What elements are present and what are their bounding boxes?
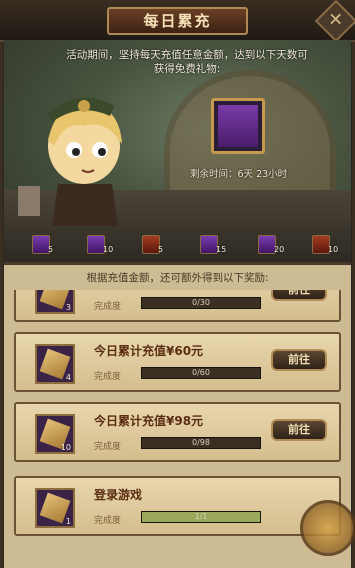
progress-bar: 0/30 xyxy=(141,297,261,309)
event-intro-text: 活动期间，坚持每天充值任意金额，达到以下天数可获得免费礼物: xyxy=(66,49,308,75)
progress-label: 完成度 xyxy=(94,372,122,382)
progress-text: 1/1 xyxy=(194,512,208,521)
day-reward-5[interactable]: 20 5天 xyxy=(258,235,292,254)
task-row: 3 完成度 0/30 前往 xyxy=(14,290,341,322)
day-reward-count: 5 xyxy=(48,245,54,254)
day-reward-2[interactable]: 10 2天 xyxy=(87,235,121,254)
reward-qty: 10 xyxy=(60,443,71,452)
day-reward-count: 10 xyxy=(103,245,114,254)
task-name: 登录游戏 xyxy=(94,488,143,502)
page-title: 每日累充 xyxy=(107,7,248,35)
task-row: 4 今日累计充值¥60元 完成度 0/60 前往 xyxy=(14,332,341,392)
task-name: 今日累计充值¥60元 xyxy=(94,344,204,358)
main-reward-icon[interactable] xyxy=(211,98,265,154)
reward-qty: 1 xyxy=(65,517,71,526)
day-reward-count: 10 xyxy=(328,245,339,254)
bonus-tip-text: 根据充值金额，还可额外得到以下奖励: xyxy=(86,272,269,284)
go-button[interactable]: 前往 xyxy=(271,419,327,441)
reward-item-icon[interactable]: 10 xyxy=(35,414,75,454)
progress-text: 0/60 xyxy=(192,368,210,377)
task-name: 今日累计充值¥98元 xyxy=(94,414,204,428)
day-reward-count: 15 xyxy=(216,245,227,254)
progress-label: 完成度 xyxy=(94,442,122,452)
reward-qty: 3 xyxy=(65,303,71,312)
reward-item-icon[interactable]: 1 xyxy=(35,488,75,528)
reward-item-icon[interactable]: 4 xyxy=(35,344,75,384)
progress-bar: 0/60 xyxy=(141,367,261,379)
task-row: 10 今日累计充值¥98元 完成度 0/98 前往 xyxy=(14,402,341,462)
task-row: 1 登录游戏 完成度 1/1 xyxy=(14,476,341,536)
title-bar: 每日累充 ✕ xyxy=(0,0,355,43)
progress-label: 完成度 xyxy=(94,516,122,526)
countdown-timer: 剩余时间：6天 23小时 xyxy=(190,169,288,180)
emblem-icon xyxy=(300,500,355,556)
event-banner: 活动期间，坚持每天充值任意金额，达到以下天数可获得免费礼物: 剩余时间：6天 2… xyxy=(4,40,351,265)
reward-item-icon[interactable]: 3 xyxy=(35,290,75,314)
day-reward-count: 5 xyxy=(158,245,164,254)
day-reward-1[interactable]: 5 1天 xyxy=(32,235,66,254)
progress-text: 0/30 xyxy=(192,298,210,307)
reward-qty: 4 xyxy=(65,373,71,382)
day-reward-6[interactable]: 10 6天 xyxy=(312,235,346,254)
go-button[interactable]: 前往 xyxy=(271,349,327,371)
progress-text: 0/98 xyxy=(192,438,210,447)
close-icon: ✕ xyxy=(328,10,344,31)
task-list[interactable]: 3 完成度 0/30前往4 今日累计充值¥60元 完成度 0/60前往10 今日… xyxy=(14,290,341,564)
day-reward-3[interactable]: 5 3天 xyxy=(142,235,176,254)
day-reward-4[interactable]: 15 4天 xyxy=(200,235,234,254)
daily-reward-track: 5 1天 10 2天 5 3天 15 4天 20 5天 10 6天 xyxy=(12,235,344,265)
go-button[interactable]: 前往 xyxy=(271,290,327,301)
progress-label: 完成度 xyxy=(94,302,122,312)
progress-bar: 1/1 xyxy=(141,511,261,523)
close-button[interactable]: ✕ xyxy=(314,0,355,43)
character-illustration xyxy=(18,97,122,226)
day-reward-count: 20 xyxy=(274,245,285,254)
progress-bar: 0/98 xyxy=(141,437,261,449)
